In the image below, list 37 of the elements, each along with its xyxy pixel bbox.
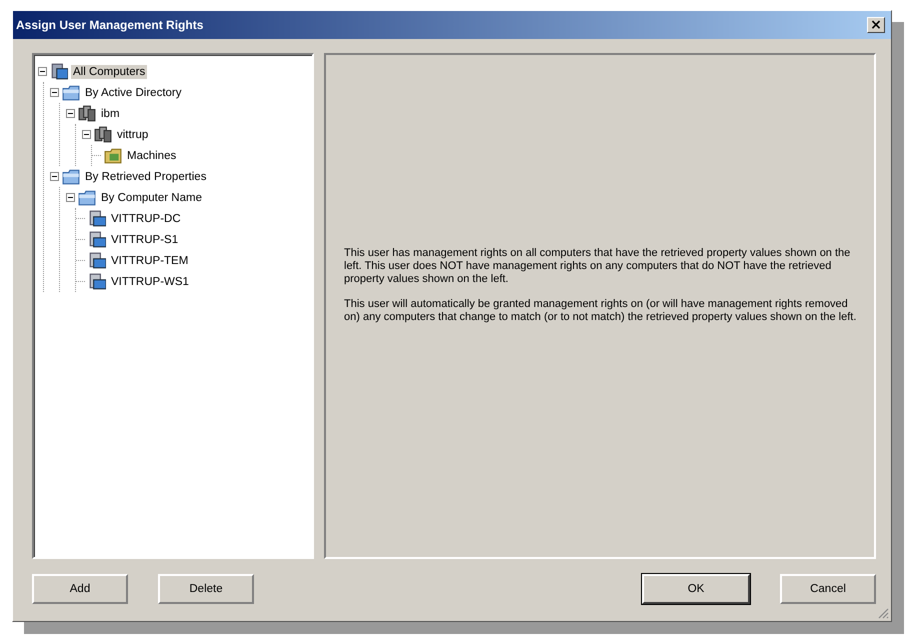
tree-item[interactable]: By Computer Name	[99, 190, 204, 204]
close-button[interactable]: ×	[867, 17, 885, 33]
dialog-button[interactable]: Delete	[158, 574, 254, 604]
folder-icon	[62, 84, 80, 101]
description-text: This user will automatically be granted management rights on (or will have management rights removed on) any computers that change to match (or to not match) the retrieved property values shown on the left.	[344, 298, 858, 324]
collapse-icon[interactable]	[50, 88, 59, 97]
window-title: Assign User Management Rights	[16, 18, 204, 32]
folder-icon	[78, 189, 96, 206]
computer-icon	[88, 252, 106, 269]
tree-item[interactable]: vittrup	[115, 128, 150, 142]
tree-item[interactable]: By Active Directory	[83, 86, 184, 100]
servers-icon	[94, 126, 112, 143]
tree-item[interactable]: Machines	[125, 148, 178, 162]
collapse-icon[interactable]	[66, 193, 75, 202]
description-text: This user has management rights on all computers that have the retrieved property values shown on the left. This user does NOT have management rights on any computers that do NOT have the retrieved property values shown on the left.	[344, 246, 852, 286]
computer-icon	[88, 273, 106, 290]
folder-icon	[104, 147, 122, 164]
collapse-icon[interactable]	[66, 109, 75, 118]
tree-item[interactable]: VITTRUP-WS1	[109, 274, 191, 288]
collapse-icon[interactable]	[82, 130, 91, 139]
resize-grip-icon[interactable]	[877, 607, 889, 619]
tree-item[interactable]: All Computers	[71, 64, 148, 78]
dialog-button[interactable]: OK	[642, 574, 750, 604]
collapse-icon[interactable]	[50, 172, 59, 181]
computer-icon	[88, 210, 106, 227]
computers-icon	[50, 63, 68, 80]
tree-item[interactable]: VITTRUP-S1	[109, 232, 180, 246]
folder-icon	[62, 168, 80, 185]
collapse-icon[interactable]	[38, 67, 47, 76]
computer-icon	[88, 231, 106, 248]
servers-icon	[78, 105, 96, 122]
tree-item[interactable]: By Retrieved Properties	[83, 170, 208, 184]
tree-item[interactable]: ibm	[99, 106, 122, 120]
dialog-button[interactable]: Add	[32, 574, 128, 604]
tree-item[interactable]: VITTRUP-TEM	[109, 254, 190, 268]
dialog-button[interactable]: Cancel	[780, 574, 876, 604]
tree-item[interactable]: VITTRUP-DC	[109, 212, 183, 226]
